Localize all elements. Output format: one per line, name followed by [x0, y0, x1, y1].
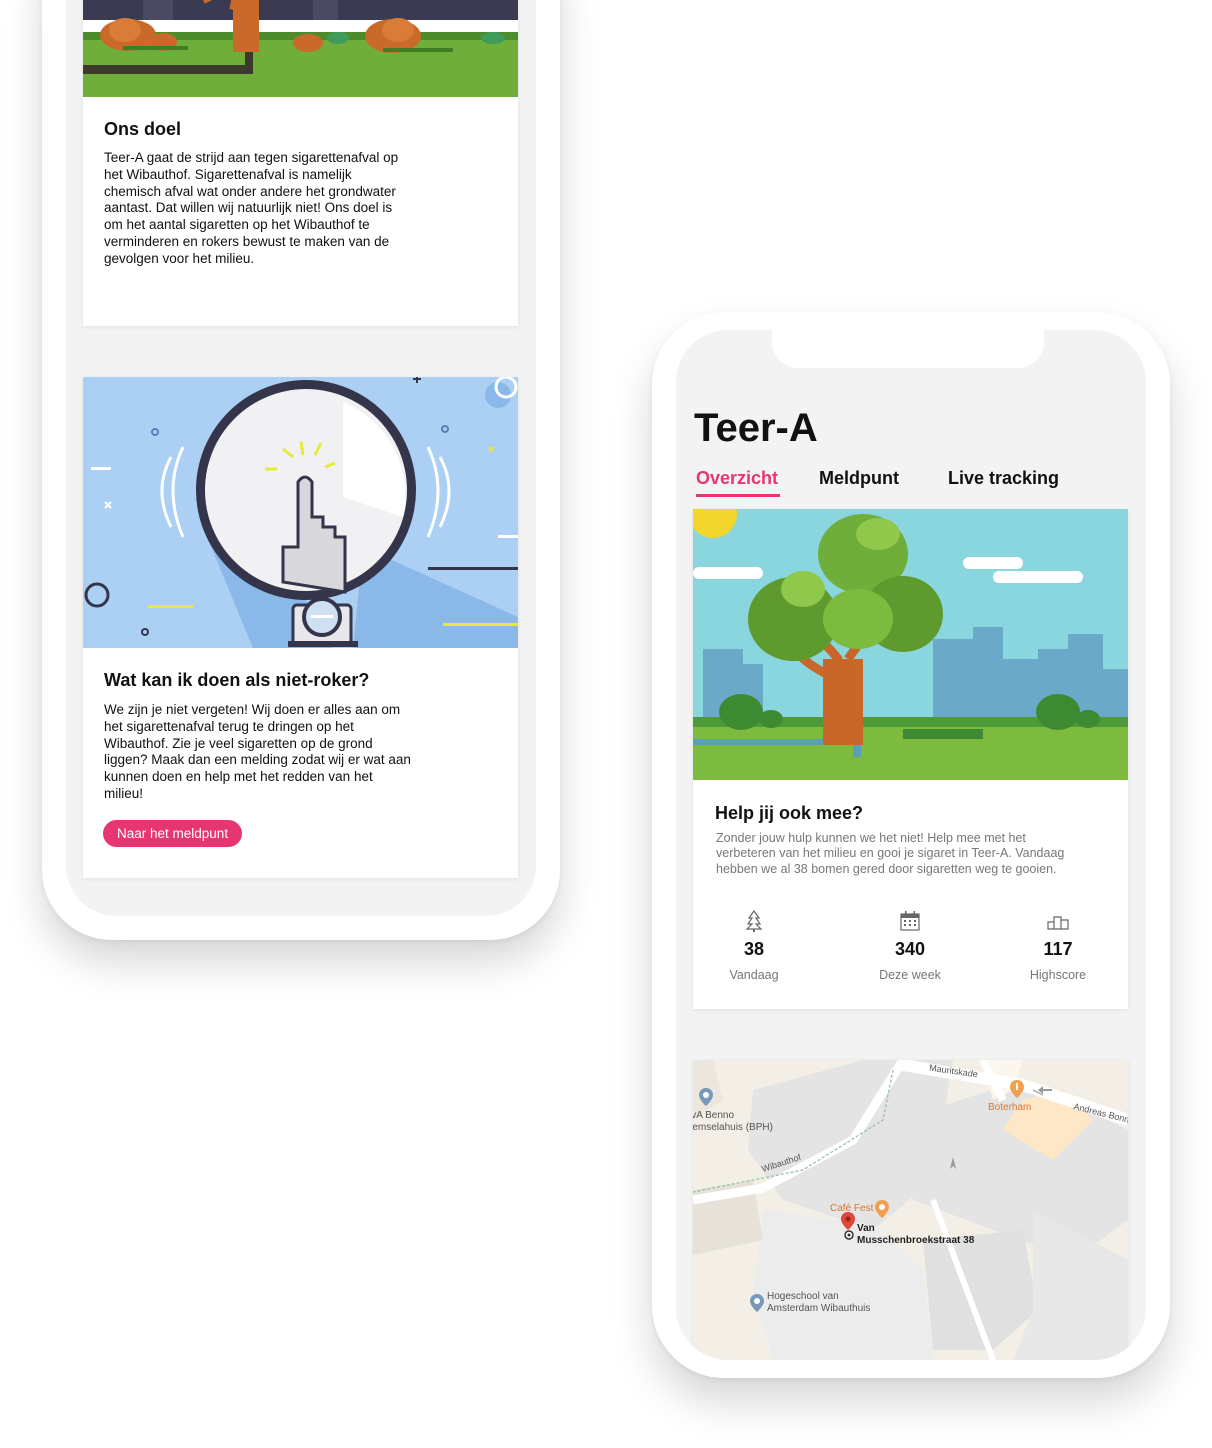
- park-illustration: [83, 0, 518, 97]
- goal-card: Ons doel Teer-A gaat de strijd aan tegen…: [83, 0, 518, 326]
- live-map[interactable]: Mauritskade Boterham Andreas Bonn lvA Be…: [693, 1060, 1128, 1360]
- tree-city-illustration: [693, 509, 1128, 780]
- tab-live-tracking[interactable]: Live tracking: [948, 468, 1059, 489]
- stat-highscore-label: Highscore: [1029, 968, 1087, 982]
- map-poi-hogeschool-line2: Amsterdam Wibauthuis: [767, 1303, 871, 1314]
- tree-icon: [745, 909, 763, 932]
- stat-highscore-value: 117: [1043, 939, 1073, 959]
- compass-arrow-icon: [950, 1157, 956, 1169]
- tab-meldpunt-label: Meldpunt: [819, 468, 899, 488]
- street-arrow-icon: [1038, 1086, 1052, 1094]
- tab-meldpunt[interactable]: Meldpunt: [819, 468, 899, 489]
- hogeschool-poi-icon: [750, 1294, 764, 1312]
- stat-today: 38 Vandaag: [709, 909, 799, 982]
- stat-week-value: 340: [894, 939, 926, 959]
- tab-overzicht-label: Overzicht: [696, 468, 779, 488]
- right-phone-screen: Teer-A Overzicht Meldpunt Live tracking: [676, 330, 1146, 1360]
- nonsmoker-card-text: We zijn je niet vergeten! Wij doen er al…: [104, 702, 411, 801]
- boterham-poi-icon: [1010, 1080, 1024, 1098]
- left-phone-screen: Ons doel Teer-A gaat de strijd aan tegen…: [66, 0, 536, 916]
- help-card-text: Zonder jouw hulp kunnen we het niet! Hel…: [716, 831, 1065, 876]
- map-canvas: [693, 1060, 1128, 1360]
- stat-today-value: 38: [743, 939, 765, 959]
- tab-live-tracking-label: Live tracking: [948, 468, 1060, 488]
- current-location-icon: [844, 1230, 854, 1240]
- nonsmoker-card: Wat kan ik doen als niet-roker? We zijn …: [83, 377, 518, 878]
- to-meldpunt-button[interactable]: Naar het meldpunt: [103, 820, 243, 847]
- nonsmoker-card-title: Wat kan ik doen als niet-roker?: [104, 670, 370, 690]
- goal-card-title: Ons doel: [104, 119, 182, 139]
- hand-press-illustration: [83, 377, 518, 648]
- phone-notch: [772, 330, 1044, 368]
- left-phone-frame: Ons doel Teer-A gaat de strijd aan tegen…: [42, 0, 560, 940]
- location-pin-icon[interactable]: [841, 1212, 855, 1230]
- right-phone-frame: Teer-A Overzicht Meldpunt Live tracking: [652, 312, 1170, 1378]
- hva-poi-icon: [699, 1088, 713, 1106]
- goal-card-text: Teer-A gaat de strijd aan tegen sigarett…: [104, 150, 399, 266]
- cafe-poi-icon: [875, 1200, 889, 1218]
- stat-highscore: 117 Highscore: [1013, 909, 1103, 982]
- stat-today-label: Vandaag: [729, 968, 779, 982]
- stat-week: 340 Deze week: [865, 909, 955, 982]
- map-poi-hva-line2: remselahuis (BPH): [693, 1122, 773, 1133]
- help-card-title: Help jij ook mee?: [715, 803, 864, 823]
- app-title: Teer-A: [694, 406, 818, 450]
- map-poi-hogeschool-line1: Hogeschool van: [767, 1291, 839, 1302]
- calendar-icon: [900, 911, 920, 931]
- help-card: Help jij ook mee? Zonder jouw hulp kunne…: [693, 509, 1128, 1009]
- tab-active-underline: [696, 494, 780, 497]
- tab-overzicht[interactable]: Overzicht: [696, 468, 780, 497]
- map-pin-label-line1: Van: [857, 1223, 875, 1234]
- map-poi-boterham: Boterham: [988, 1102, 1032, 1113]
- stat-week-label: Deze week: [879, 968, 941, 982]
- tab-bar: Overzicht Meldpunt Live tracking: [696, 468, 1136, 504]
- map-poi-cafe: Café Fest: [830, 1203, 874, 1214]
- podium-icon: [1047, 916, 1069, 930]
- map-poi-hva-line1: lvA Benno: [693, 1110, 735, 1121]
- map-pin-label-line2: Musschenbroekstraat 38: [857, 1235, 975, 1246]
